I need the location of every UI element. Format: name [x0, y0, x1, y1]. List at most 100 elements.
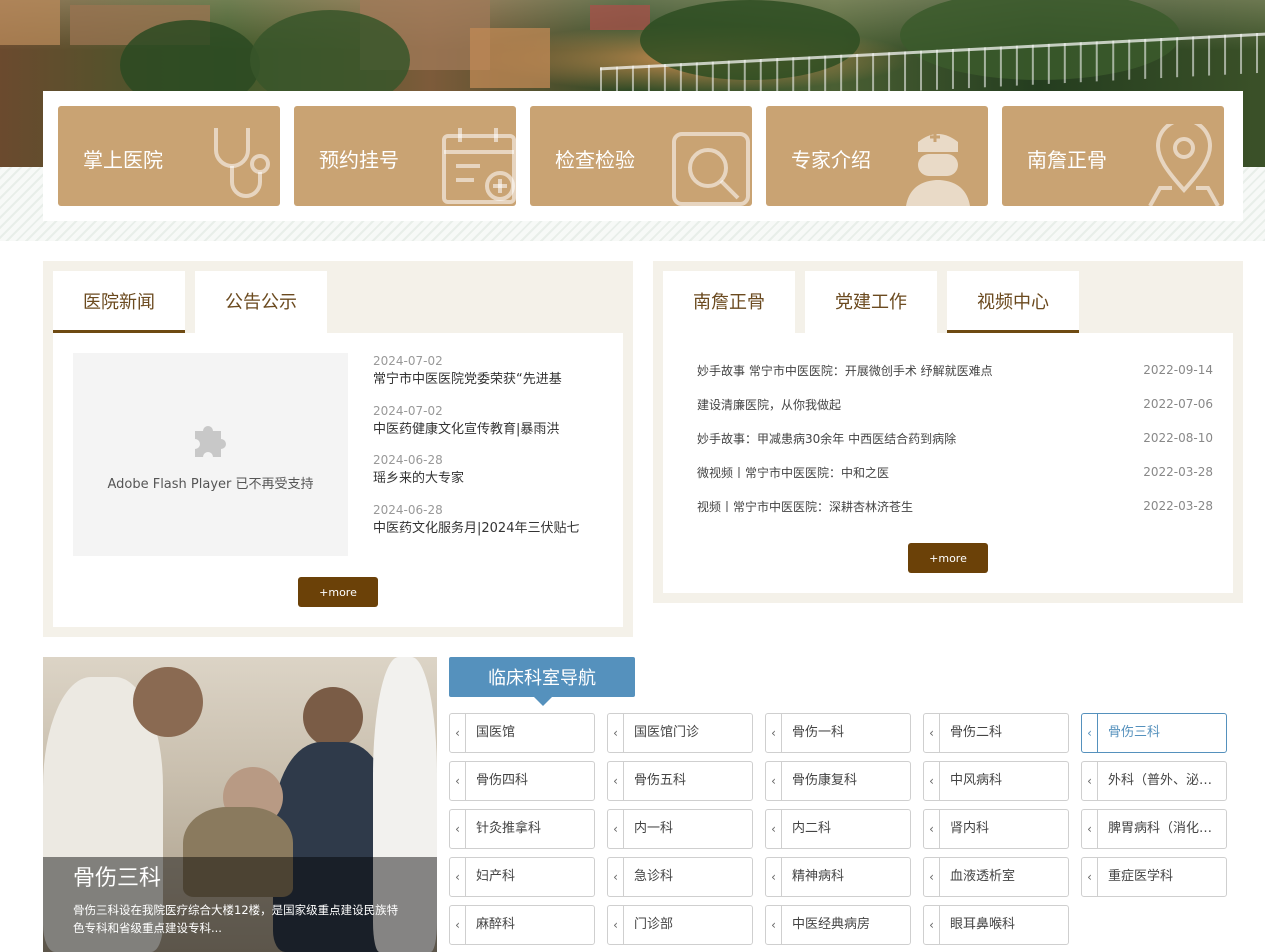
dept-button[interactable]: ‹ 骨伤二科 [923, 713, 1069, 753]
tab-nanzhan-bone[interactable]: 南詹正骨 [663, 271, 795, 333]
dept-button[interactable]: ‹ 内一科 [607, 809, 753, 849]
flash-placeholder: Adobe Flash Player 已不再受支持 [73, 353, 348, 556]
dept-label: 内二科 [792, 821, 832, 836]
dept-button[interactable]: ‹ 骨伤四科 [449, 761, 595, 801]
dept-button[interactable]: ‹ 骨伤五科 [607, 761, 753, 801]
chevron-left-icon: ‹ [608, 762, 624, 800]
chevron-left-icon: ‹ [450, 810, 466, 848]
news-list: 2024-07-02 常宁市中医医院党委荣获“先进基 2024-07-02 中医… [373, 353, 613, 551]
list-item[interactable]: 建设清廉医院，从你我做起 2022-07-06 [697, 387, 1213, 421]
chevron-left-icon: ‹ [450, 906, 466, 944]
news-title-link[interactable]: 中医药文化服务月|2024年三伏贴七 [373, 518, 613, 540]
dept-button[interactable]: ‹ 中风病科 [923, 761, 1069, 801]
dept-button[interactable]: ‹ 麻醉科 [449, 905, 595, 945]
news-more-button[interactable]: +more [298, 577, 378, 607]
dept-button[interactable]: ‹ 中医经典病房 [765, 905, 911, 945]
list-item[interactable]: 妙手故事 常宁市中医医院：开展微创手术 纾解就医难点 2022-09-14 [697, 353, 1213, 387]
stethoscope-icon [214, 128, 270, 198]
news-date: 2024-06-28 [373, 502, 443, 517]
dept-nav-title: 临床科室导航 [449, 657, 635, 697]
list-item: 2024-07-02 中医药健康文化宣传教育|暴雨洪 [373, 403, 613, 453]
dept-button[interactable]: ‹ 眼耳鼻喉科 [923, 905, 1069, 945]
chevron-left-icon: ‹ [924, 762, 940, 800]
dept-button[interactable]: ‹ 脾胃病科（消化内科） [1081, 809, 1227, 849]
dept-label: 急诊科 [634, 869, 674, 884]
chevron-left-icon: ‹ [924, 858, 940, 896]
news-title-link[interactable]: 瑶乡来的大专家 [373, 468, 613, 490]
dept-label: 国医馆门诊 [634, 725, 700, 740]
video-body: 妙手故事 常宁市中医医院：开展微创手术 纾解就医难点 2022-09-14 建设… [663, 333, 1233, 593]
dept-button[interactable]: ‹ 门诊部 [607, 905, 753, 945]
list-item: 2024-06-28 瑶乡来的大专家 [373, 452, 613, 502]
dept-button[interactable]: ‹ 骨伤一科 [765, 713, 911, 753]
chevron-left-icon: ‹ [1082, 762, 1098, 800]
list-item[interactable]: 妙手故事：甲减患病30余年 中西医结合药到病除 2022-08-10 [697, 421, 1213, 455]
feature-description: 骨伤三科设在我院医疗综合大楼12楼，是国家级重点建设民族特色专科和省级重点建设专… [73, 903, 399, 935]
chevron-left-icon: ‹ [608, 714, 624, 752]
chevron-left-icon: ‹ [924, 810, 940, 848]
chevron-left-icon: ‹ [1082, 810, 1098, 848]
quick-link-examination[interactable]: 检查检验 [530, 106, 752, 206]
chevron-left-icon: ‹ [924, 714, 940, 752]
quick-link-experts[interactable]: 专家介绍 [766, 106, 988, 206]
chevron-left-icon: ‹ [608, 810, 624, 848]
chevron-left-icon: ‹ [1082, 714, 1098, 752]
dept-label: 中风病科 [950, 773, 1003, 788]
dept-button[interactable]: ‹ 肾内科 [923, 809, 1069, 849]
quick-link-label: 预约挂号 [319, 148, 399, 172]
dept-button[interactable]: ‹ 血液透析室 [923, 857, 1069, 897]
video-title: 妙手故事 常宁市中医医院：开展微创手术 纾解就医难点 [697, 363, 993, 378]
list-item[interactable]: 微视频丨常宁市中医医院：中和之医 2022-03-28 [697, 455, 1213, 489]
tab-hospital-news[interactable]: 医院新闻 [53, 271, 185, 333]
tab-announcements[interactable]: 公告公示 [195, 271, 327, 333]
dept-label: 麻醉科 [476, 917, 516, 932]
chevron-left-icon: ‹ [608, 906, 624, 944]
video-tabs: 南詹正骨 党建工作 视频中心 [663, 271, 1079, 333]
news-title-link[interactable]: 中医药健康文化宣传教育|暴雨洪 [373, 419, 613, 441]
dept-label: 骨伤康复科 [792, 773, 858, 788]
quick-link-label: 专家介绍 [791, 148, 871, 172]
list-item[interactable]: 视频丨常宁市中医医院：深耕杏林济苍生 2022-03-28 [697, 489, 1213, 523]
news-body: Adobe Flash Player 已不再受支持 2024-07-02 常宁市… [53, 333, 623, 627]
tab-party-building[interactable]: 党建工作 [805, 271, 937, 333]
quick-link-nanzhan-bone[interactable]: 南詹正骨 [1002, 106, 1224, 206]
chevron-left-icon: ‹ [766, 762, 782, 800]
department-feature-photo[interactable]: 骨伤三科 骨伤三科设在我院医疗综合大楼12楼，是国家级重点建设民族特色专科和省级… [43, 657, 437, 952]
dept-button[interactable]: ‹ 国医馆门诊 [607, 713, 753, 753]
dept-button[interactable]: ‹ 急诊科 [607, 857, 753, 897]
dept-button[interactable]: ‹ 骨伤三科 [1081, 713, 1227, 753]
dept-label: 眼耳鼻喉科 [950, 917, 1016, 932]
dept-label: 骨伤三科 [1108, 725, 1161, 740]
video-list: 妙手故事 常宁市中医医院：开展微创手术 纾解就医难点 2022-09-14 建设… [697, 353, 1213, 523]
dept-button[interactable]: ‹ 内二科 [765, 809, 911, 849]
quick-link-mobile-hospital[interactable]: 掌上医院 [58, 106, 280, 206]
feature-title: 骨伤三科 [73, 866, 162, 891]
dept-button[interactable]: ‹ 妇产科 [449, 857, 595, 897]
quick-link-label: 掌上医院 [83, 148, 163, 172]
dept-label: 精神病科 [792, 869, 845, 884]
news-title-link[interactable]: 常宁市中医医院党委荣获“先进基 [373, 369, 613, 391]
news-date: 2024-07-02 [373, 403, 443, 418]
dept-button[interactable]: ‹ 精神病科 [765, 857, 911, 897]
location-pin-icon [1148, 124, 1220, 206]
quick-link-appointment[interactable]: 预约挂号 [294, 106, 516, 206]
video-title: 视频丨常宁市中医医院：深耕杏林济苍生 [697, 499, 914, 514]
dept-label: 妇产科 [476, 869, 516, 884]
video-panel: 南詹正骨 党建工作 视频中心 妙手故事 常宁市中医医院：开展微创手术 纾解就医难… [653, 261, 1243, 603]
tab-video-center[interactable]: 视频中心 [947, 271, 1079, 333]
video-title: 建设清廉医院，从你我做起 [697, 397, 842, 412]
dept-label: 骨伤一科 [792, 725, 845, 740]
video-title: 微视频丨常宁市中医医院：中和之医 [697, 465, 890, 480]
magnifier-icon [672, 132, 750, 206]
chevron-left-icon: ‹ [766, 906, 782, 944]
dept-button[interactable]: ‹ 针灸推拿科 [449, 809, 595, 849]
news-tabs: 医院新闻 公告公示 [53, 271, 327, 333]
dept-button[interactable]: ‹ 重症医学科 [1081, 857, 1227, 897]
dept-button[interactable]: ‹ 外科（普外、泌尿外科） [1081, 761, 1227, 801]
flash-message: Adobe Flash Player 已不再受支持 [107, 477, 314, 492]
video-more-button[interactable]: +more [908, 543, 988, 573]
dept-label: 门诊部 [634, 917, 674, 932]
dept-button[interactable]: ‹ 骨伤康复科 [765, 761, 911, 801]
dept-button[interactable]: ‹ 国医馆 [449, 713, 595, 753]
dept-label: 肾内科 [950, 821, 990, 836]
